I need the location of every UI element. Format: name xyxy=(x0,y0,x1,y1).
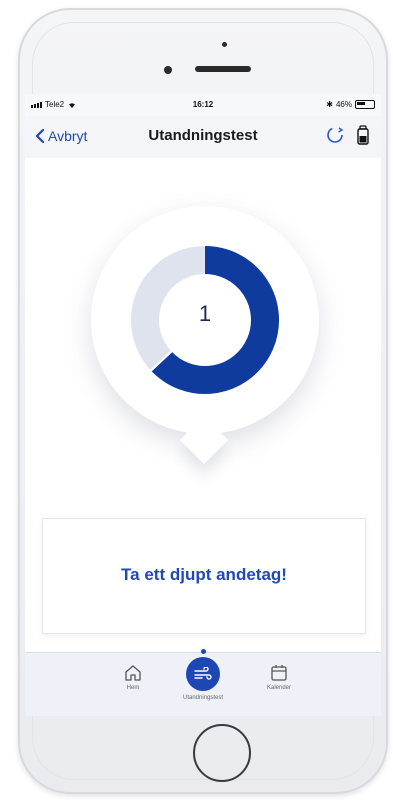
bluetooth-icon: ✱ xyxy=(326,100,333,109)
home-button[interactable] xyxy=(193,724,251,782)
nav-icons xyxy=(325,125,369,145)
breath-tab-active xyxy=(186,657,220,691)
tab-bar: Hem Utandningstest Kalender xyxy=(25,649,381,716)
instruction-card: Ta ett djupt andetag! xyxy=(42,518,366,634)
tab-calendar[interactable]: Kalender xyxy=(239,661,319,691)
front-camera xyxy=(164,66,172,74)
breath-count: 1 xyxy=(198,301,212,326)
device-battery-icon[interactable] xyxy=(357,125,369,145)
tab-breath-label: Utandningstest xyxy=(182,695,224,701)
main-content: 1 Ta ett djupt andetag! xyxy=(25,158,381,652)
tab-home-label: Hem xyxy=(126,685,140,691)
front-sensor xyxy=(222,42,227,47)
battery-percent: 46% xyxy=(335,100,352,109)
navigation-bar: Avbryt Utandningstest xyxy=(25,116,381,159)
active-tab-indicator xyxy=(201,649,206,654)
battery-icon xyxy=(355,100,375,109)
battery-group: ✱ 46% xyxy=(326,100,375,109)
tab-home[interactable]: Hem xyxy=(93,661,173,691)
tab-breath-test[interactable]: Utandningstest xyxy=(163,657,243,701)
earpiece-speaker xyxy=(195,66,251,72)
status-bar: Tele2 16:12 ✱ 46% xyxy=(25,94,381,116)
app-screen: Tele2 16:12 ✱ 46% Avbryt Utandningstest xyxy=(25,94,381,716)
calendar-icon xyxy=(271,665,287,681)
tab-calendar-label: Kalender xyxy=(266,685,292,691)
instruction-text: Ta ett djupt andetag! xyxy=(121,565,287,584)
home-icon xyxy=(125,665,141,681)
sync-icon[interactable] xyxy=(325,125,345,145)
breath-icon xyxy=(194,667,212,680)
